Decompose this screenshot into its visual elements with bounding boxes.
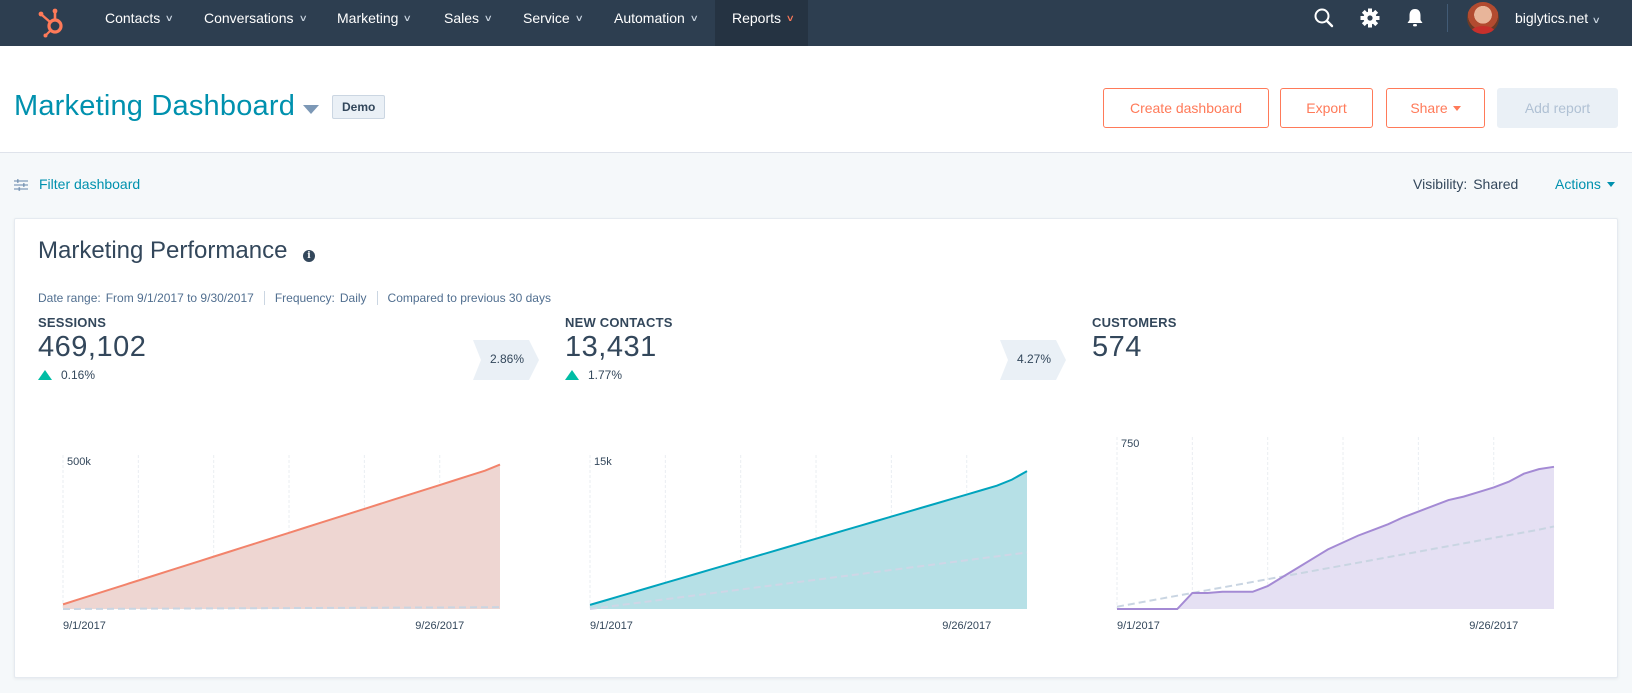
kpi-value: 574 xyxy=(1092,331,1142,363)
report-title: Marketing Performance xyxy=(38,237,288,264)
info-icon[interactable]: i xyxy=(303,250,315,262)
actions-label: Actions xyxy=(1555,176,1601,192)
date-range-label: Date range: xyxy=(38,291,101,305)
dashboard-header: Marketing Dashboard Demo Create dashboar… xyxy=(0,46,1632,153)
marketing-performance-report: Marketing Performance i Date range: From… xyxy=(14,218,1618,678)
add-report-button[interactable]: Add report xyxy=(1497,88,1618,128)
conversion-rate: 2.86% xyxy=(489,352,525,366)
page-title[interactable]: Marketing Dashboard xyxy=(14,90,295,123)
nav-item-marketing[interactable]: Marketing ∨ xyxy=(337,0,413,46)
kpi-label: CUSTOMERS xyxy=(1092,315,1177,330)
caret-down-icon xyxy=(1606,181,1615,187)
chevron-down-icon: ∨ xyxy=(574,13,584,23)
nav-item-contacts[interactable]: Contacts ∨ xyxy=(105,0,175,46)
nav-item-service[interactable]: Service ∨ xyxy=(523,0,584,46)
chevron-down-icon: ∨ xyxy=(785,13,795,23)
hubspot-logo-icon[interactable] xyxy=(36,5,68,39)
top-navigation: Contacts ∨ Conversations ∨ Marketing ∨ Sale… xyxy=(0,0,1632,46)
chevron-down-icon: ∨ xyxy=(164,13,175,23)
customers-chart: 750 9/1/2017 9/26/2017 xyxy=(1089,429,1569,637)
create-dashboard-button[interactable]: Create dashboard xyxy=(1103,88,1269,128)
trend-up-icon xyxy=(565,370,579,380)
kpi-sessions: SESSIONS 469,102 0.16% xyxy=(38,315,146,382)
nav-label: Conversations xyxy=(204,10,294,26)
divider xyxy=(376,291,378,305)
kpi-change: 1.77% xyxy=(565,368,673,382)
chevron-down-icon: ∨ xyxy=(1591,15,1602,25)
user-avatar[interactable] xyxy=(1467,2,1499,34)
chevron-down-icon: ∨ xyxy=(403,13,413,23)
divider xyxy=(263,291,265,305)
button-label: Export xyxy=(1306,100,1347,116)
x-tick-label: 9/1/2017 xyxy=(590,620,633,632)
search-icon[interactable] xyxy=(1312,6,1336,30)
trend-up-icon xyxy=(38,370,52,380)
chevron-down-icon: ∨ xyxy=(689,13,699,23)
chart-svg: 500k 9/1/2017 9/26/2017 xyxy=(62,455,501,632)
button-label: Add report xyxy=(1524,100,1591,116)
chart-svg: 15k 9/1/2017 9/26/2017 xyxy=(589,455,1028,632)
account-name: biglytics.net xyxy=(1515,10,1589,26)
frequency-label: Frequency: xyxy=(274,291,335,305)
kpi-new-contacts: NEW CONTACTS 13,431 1.77% xyxy=(565,315,673,382)
nav-label: Automation xyxy=(614,10,685,26)
filter-bar: Filter dashboard Visibility: Shared Actio… xyxy=(0,154,1632,214)
visibility-status: Visibility: Shared xyxy=(1413,176,1518,192)
filter-dashboard-link[interactable]: Filter dashboard xyxy=(39,176,140,192)
demo-badge: Demo xyxy=(332,95,386,119)
y-tick-label: 750 xyxy=(1121,438,1139,450)
nav-label: Reports xyxy=(732,10,782,26)
x-tick-label: 9/26/2017 xyxy=(1469,620,1518,632)
visibility-label: Visibility: xyxy=(1413,176,1468,192)
kpi-change-value: 0.16% xyxy=(61,368,96,382)
sessions-chart: 500k 9/1/2017 9/26/2017 xyxy=(35,447,515,637)
chart-svg: 750 9/1/2017 9/26/2017 xyxy=(1116,437,1555,632)
nav-item-automation[interactable]: Automation ∨ xyxy=(614,0,699,46)
visibility-value: Shared xyxy=(1473,176,1519,192)
report-meta: Date range: From 9/1/2017 to 9/30/2017 F… xyxy=(38,291,551,305)
kpi-customers: CUSTOMERS 574 xyxy=(1092,315,1177,364)
nav-label: Marketing xyxy=(337,10,399,26)
kpi-change-value: 1.77% xyxy=(588,368,623,382)
nav-label: Service xyxy=(523,10,570,26)
bell-icon[interactable] xyxy=(1403,6,1427,30)
nav-item-conversations[interactable]: Conversations ∨ xyxy=(204,0,308,46)
kpi-value: 469,102 xyxy=(38,331,147,363)
caret-down-icon xyxy=(1452,105,1461,111)
kpi-change: 0.16% xyxy=(38,368,146,382)
chevron-down-icon: ∨ xyxy=(298,13,308,23)
y-tick-label: 15k xyxy=(594,456,612,468)
sliders-icon[interactable] xyxy=(14,178,28,191)
chevron-down-icon: ∨ xyxy=(483,13,493,23)
x-tick-label: 9/26/2017 xyxy=(415,620,464,632)
nav-label: Sales xyxy=(444,10,480,26)
conversion-rate: 4.27% xyxy=(1016,352,1052,366)
button-label: Create dashboard xyxy=(1129,100,1243,116)
nav-divider xyxy=(1447,4,1448,32)
kpi-label: NEW CONTACTS xyxy=(565,315,673,330)
nav-item-reports[interactable]: Reports ∨ xyxy=(715,0,808,46)
conversion-rate-badge: 2.86% xyxy=(473,340,539,380)
share-button[interactable]: Share xyxy=(1386,88,1485,128)
kpi-value: 13,431 xyxy=(565,331,657,363)
actions-dropdown[interactable]: Actions xyxy=(1555,176,1615,192)
x-tick-label: 9/1/2017 xyxy=(63,620,106,632)
kpi-label: SESSIONS xyxy=(38,315,107,330)
conversion-rate-badge: 4.27% xyxy=(1000,340,1066,380)
nav-item-sales[interactable]: Sales ∨ xyxy=(444,0,493,46)
button-label: Share xyxy=(1410,100,1448,116)
comparison-text: Compared to previous 30 days xyxy=(387,291,551,305)
dashboard-switcher-caret-icon[interactable] xyxy=(303,105,319,114)
export-button[interactable]: Export xyxy=(1280,88,1373,128)
x-tick-label: 9/1/2017 xyxy=(1117,620,1160,632)
account-menu[interactable]: biglytics.net ∨ xyxy=(1515,0,1602,36)
frequency-value: Daily xyxy=(339,291,367,305)
date-range-value: From 9/1/2017 to 9/30/2017 xyxy=(105,291,254,305)
x-tick-label: 9/26/2017 xyxy=(942,620,991,632)
new-contacts-chart: 15k 9/1/2017 9/26/2017 xyxy=(562,447,1042,637)
y-tick-label: 500k xyxy=(67,456,91,468)
nav-label: Contacts xyxy=(105,10,161,26)
gear-icon[interactable] xyxy=(1358,6,1382,30)
